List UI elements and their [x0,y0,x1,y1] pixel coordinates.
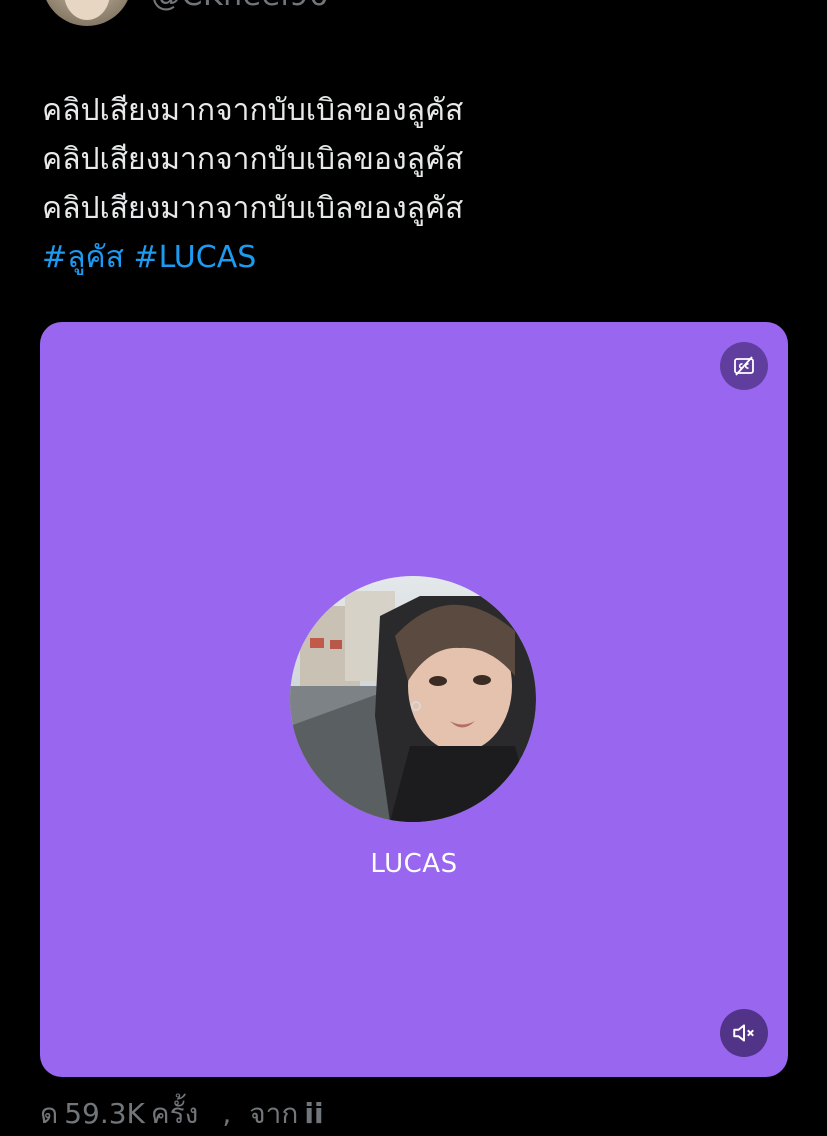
tweet-line: คลิปเสียงมากจากบับเบิลของลูคัส [42,142,464,177]
views-suffix: ครั้ง [150,1097,199,1130]
author-avatar[interactable] [42,0,132,26]
via-app-link[interactable]: ii [304,1097,323,1130]
tweet-text: คลิปเสียงมากจากบับเบิลของลูคัส คลิปเสียง… [42,86,782,282]
speaker-name: LUCAS [370,849,458,879]
meta-separator: , [222,1097,232,1130]
avatar-face [64,0,110,20]
tweet-line: คลิปเสียงมากจากบับเบิลของลูคัส [42,93,464,128]
mute-toggle-button[interactable] [720,1009,768,1057]
hashtag-row: #ลูคัส #LUCAS [42,233,782,282]
speaker-photo [290,576,536,822]
tweet-meta: ด 59.3K ครั้ง, จาก ii [40,1092,330,1136]
views-count: 59.3K [64,1097,145,1130]
author-handle[interactable]: @CKheel96 [151,0,329,13]
captions-toggle-button[interactable] [720,342,768,390]
audio-media-card[interactable]: LUCAS [40,322,788,1077]
tweet-line: คลิปเสียงมากจากบับเบิลของลูคัส [42,191,464,226]
hashtag-link-lucas-thai[interactable]: #ลูคัส [42,240,124,275]
captions-off-icon [734,356,754,376]
speaker-avatar [290,576,536,822]
speaker-muted-icon [733,1024,754,1042]
hashtag-link-lucas[interactable]: #LUCAS [133,240,256,275]
views-prefix: ด [40,1097,59,1130]
via-label: จาก [249,1097,299,1130]
